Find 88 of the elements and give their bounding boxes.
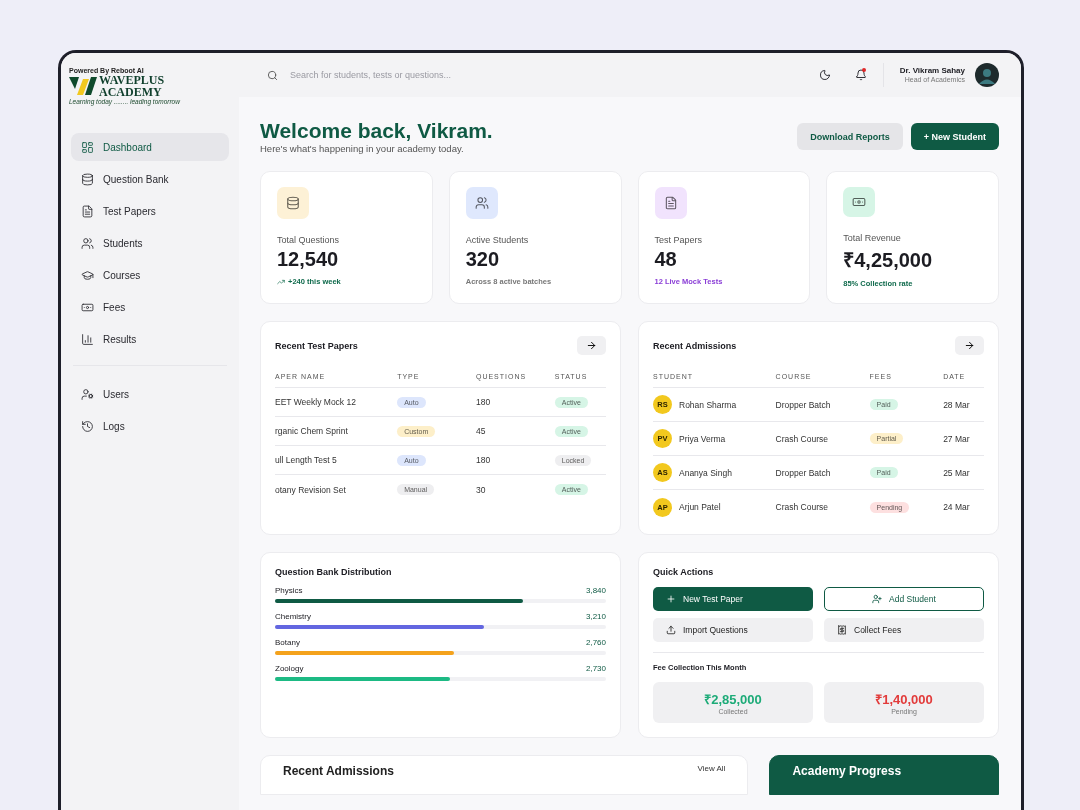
table-cell: 180: [475, 455, 491, 465]
table-cell: Arjun Patel: [679, 502, 721, 512]
subject-name: Physics: [275, 586, 303, 595]
graduation-cap-icon: [81, 268, 94, 282]
nav-item[interactable]: Results: [71, 325, 229, 353]
action-button[interactable]: New Test Paper: [653, 587, 813, 611]
download-button[interactable]: Download Reports: [797, 123, 903, 150]
card-title: Quick Actions: [653, 567, 715, 577]
fee-amount: ₹2,85,000: [704, 691, 762, 708]
nav-item[interactable]: Logs: [71, 412, 229, 440]
card-title: Recent Test Papers: [275, 340, 358, 351]
nav-item[interactable]: Users: [71, 380, 229, 408]
stat-label: Total Questions: [277, 235, 341, 245]
welcome-title: Welcome back, Vikram.: [260, 119, 493, 143]
action-button[interactable]: Import Questions: [653, 618, 813, 642]
nav-item[interactable]: Students: [71, 229, 229, 257]
document-icon: [81, 204, 94, 218]
upload-icon: [666, 625, 676, 635]
table-cell: 28 Mar: [943, 399, 970, 410]
table-cell: EET Weekly Mock 12: [275, 397, 356, 407]
table-cell: 25 Mar: [943, 467, 970, 478]
table-cell: 45: [475, 426, 486, 436]
card-title: Academy Progress: [792, 764, 902, 778]
stat-label: Total Revenue: [843, 233, 902, 243]
bar-chart-icon: [81, 332, 94, 346]
subject-name: Chemistry: [275, 612, 311, 621]
action-button[interactable]: Collect Fees: [824, 618, 984, 642]
history-icon: [81, 419, 94, 433]
user-gear-icon: [81, 387, 94, 401]
logo-icon: [69, 75, 97, 97]
table-cell: 30: [475, 484, 486, 495]
stat-value: 12,540: [277, 248, 340, 271]
arrow-right-icon: [964, 340, 975, 351]
nav-item[interactable]: Question Bank: [71, 165, 229, 193]
fee-amount: ₹1,40,000: [875, 691, 933, 708]
brand-name: WAVEPLUS: [99, 74, 165, 86]
card-title: Question Bank Distribution: [275, 567, 393, 577]
stat-value: 320: [465, 248, 501, 271]
stat-label: Active Students: [465, 235, 530, 245]
arrow-button[interactable]: [577, 336, 606, 355]
database-icon: [81, 172, 94, 186]
plus-icon: [666, 594, 676, 604]
avatar-icon[interactable]: [975, 63, 999, 87]
table-cell: Crash Course: [775, 433, 828, 444]
users-icon: [81, 236, 94, 250]
table-cell: 27 Mar: [943, 433, 970, 444]
subject-count: 2,760: [585, 638, 606, 647]
nav-item[interactable]: Test Papers: [71, 197, 229, 225]
table-cell: Crash Course: [775, 502, 828, 512]
stat-label: Test Papers: [654, 235, 704, 245]
search-icon: [267, 69, 278, 81]
table-cell: 24 Mar: [943, 502, 970, 512]
notification-bell-icon[interactable]: [854, 69, 867, 81]
arrow-right-icon: [586, 340, 597, 351]
stat-value: ₹4,25,000: [843, 248, 934, 273]
nav-item[interactable]: Dashboard: [71, 133, 229, 161]
card-title: Recent Admissions: [283, 764, 394, 778]
nav-item[interactable]: Courses: [71, 261, 229, 289]
add-user-icon: [872, 594, 883, 604]
nav-item[interactable]: Fees: [71, 293, 229, 321]
table-cell: Dropper Batch: [775, 399, 831, 410]
brand-name: ACADEMY: [99, 86, 163, 98]
dashboard-icon: [81, 140, 94, 154]
table-cell: Dropper Batch: [775, 467, 831, 478]
arrow-button[interactable]: [955, 336, 984, 355]
action-button[interactable]: Add Student: [824, 587, 984, 611]
moon-icon[interactable]: [818, 69, 831, 81]
user-name: Dr. Vikram Sahay: [899, 66, 965, 76]
table-cell: 180: [475, 397, 491, 407]
table-cell: Priya Verma: [679, 433, 726, 444]
welcome-subtitle: Here's what's happening in your academy today.: [260, 143, 465, 154]
subject-count: 2,730: [585, 664, 606, 673]
subject-name: Zoology: [275, 664, 304, 673]
table-cell: Rohan Sharma: [679, 399, 737, 410]
new-student-button[interactable]: + New Student: [910, 123, 999, 150]
receipt-icon: [837, 625, 847, 635]
subject-count: 3,840: [585, 586, 606, 595]
table-cell: otany Revision Set: [275, 484, 346, 495]
card-title: Recent Admissions: [653, 340, 737, 351]
subject-name: Botany: [275, 638, 300, 647]
search-field[interactable]: Search for students, tests or questions...: [288, 69, 809, 81]
table-cell: ull Length Test 5: [275, 455, 337, 465]
stat-value: 48: [654, 248, 678, 271]
view-all-link[interactable]: View All: [697, 764, 726, 773]
subject-count: 3,210: [585, 612, 606, 621]
table-cell: rganic Chem Sprint: [275, 426, 348, 436]
trend-up-icon: [277, 277, 285, 286]
table-cell: Ananya Singh: [679, 467, 732, 478]
